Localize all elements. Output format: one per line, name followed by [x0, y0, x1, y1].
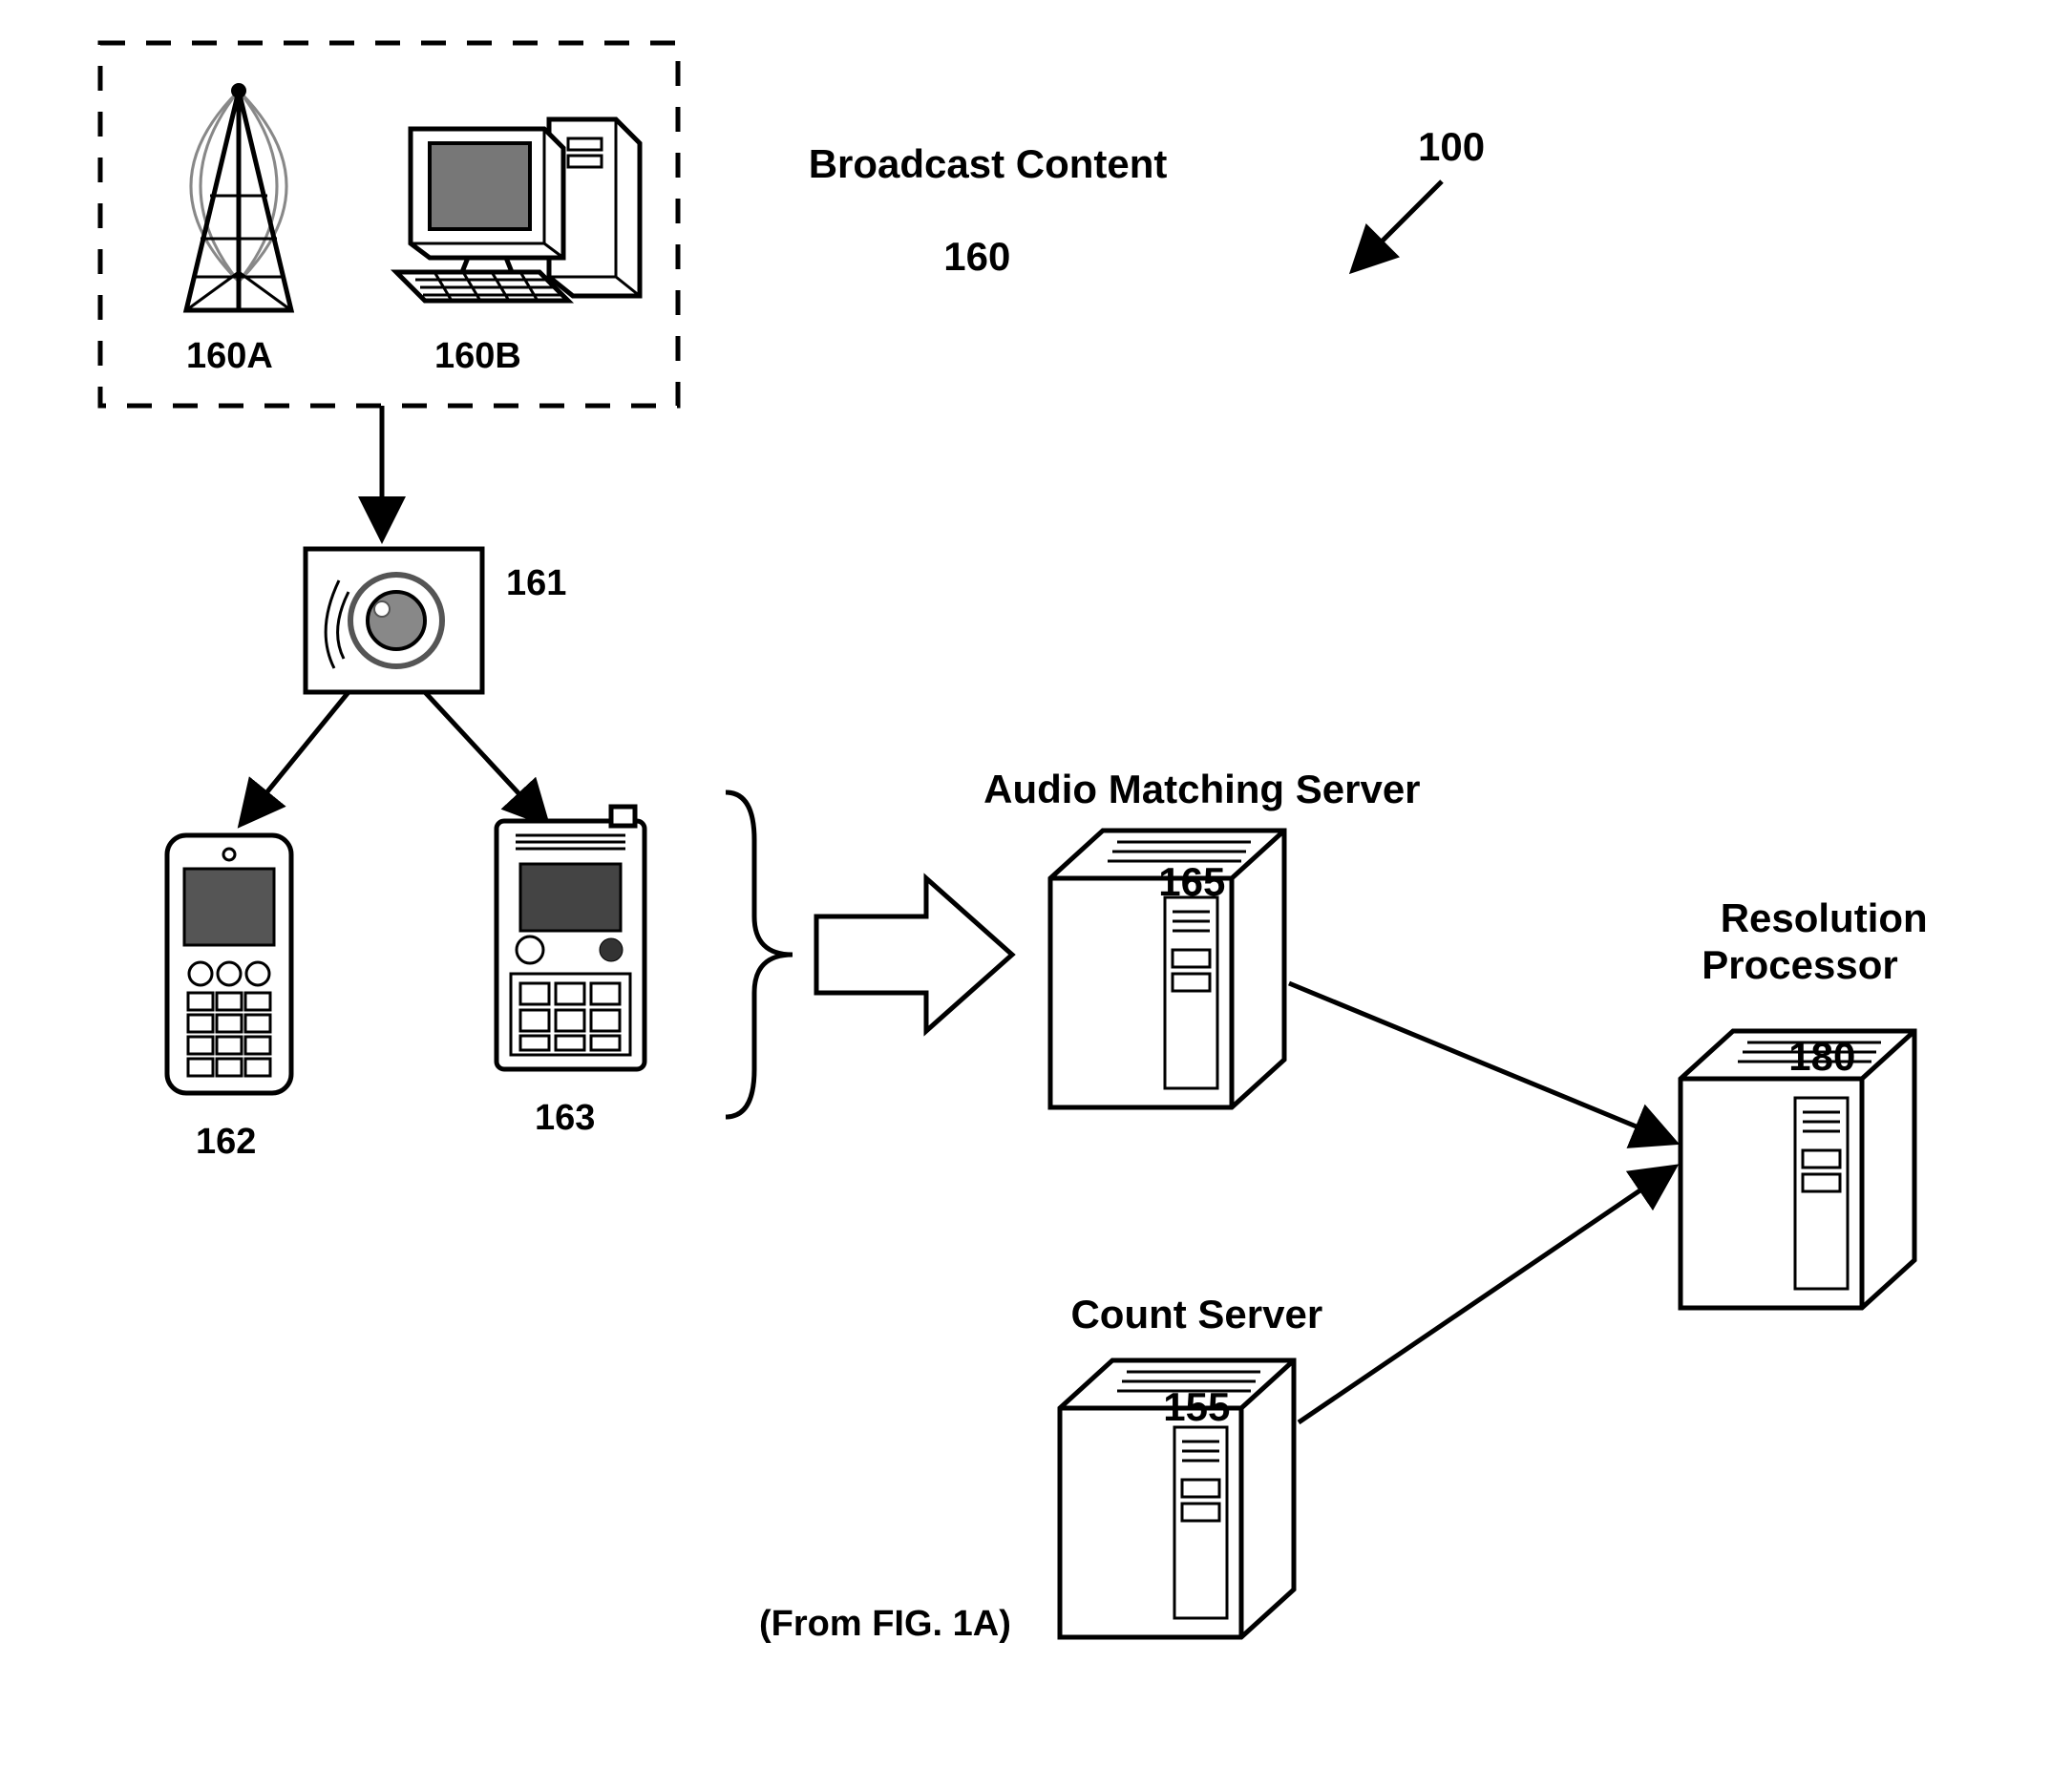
arrow-speaker-to-player [425, 692, 544, 821]
resolution-title: Resolution Processor 180 [1676, 850, 1924, 1126]
speaker-icon [306, 549, 482, 692]
antenna-icon [186, 83, 291, 310]
diagram-canvas: Broadcast Content 160 100 160A 160B 161 … [0, 0, 2072, 1768]
arrow-speaker-to-phone [243, 692, 349, 821]
count-server-title: Count Server 155 [1017, 1246, 1332, 1476]
arrow-count-to-resolution [1299, 1169, 1671, 1422]
speaker-ref: 161 [506, 563, 566, 605]
figure-reference: 100 [1418, 124, 1485, 170]
audio-matching-title: Audio Matching Server 165 [941, 721, 1399, 951]
desktop-computer-icon [396, 119, 640, 301]
count-server-note: (From FIG. 1A) [759, 1604, 1011, 1646]
media-player-ref: 163 [535, 1098, 595, 1140]
broadcast-title: Broadcast Content 160 [764, 95, 1146, 326]
brace-icon [726, 792, 793, 1117]
computer-ref: 160B [434, 336, 521, 378]
smartphone-icon [167, 835, 291, 1093]
arrow-audio-to-resolution [1289, 983, 1671, 1141]
arrow-figure-ref [1356, 181, 1442, 267]
media-player-icon [497, 807, 645, 1069]
antenna-ref: 160A [186, 336, 273, 378]
phone-ref: 162 [196, 1122, 256, 1164]
